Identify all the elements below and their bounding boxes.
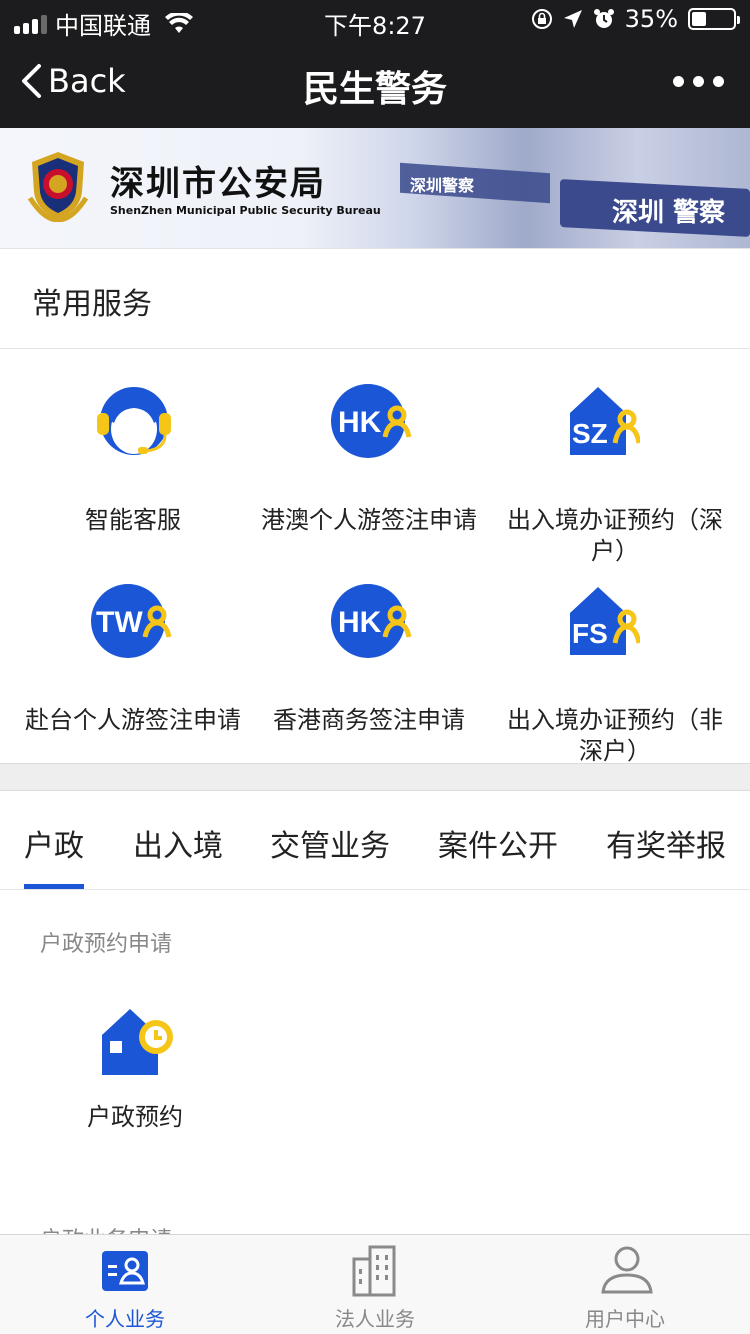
hk-badge-icon: HK [331,384,412,458]
headset-agent-icon [97,387,171,455]
tab-huzheng[interactable]: 户政 [24,821,84,865]
alarm-icon [593,9,614,28]
header-banner: 深圳 警察 深圳警察 深圳市公安局 ShenZhen Municipal Pub… [0,128,750,248]
banner-sign-left-text: 深圳警察 [410,176,475,195]
huzheng-appointment-subheading: 户政预约申请 [40,932,173,957]
bottom-tab-bar: 个人业务 法人业务 用户中心 [0,1234,750,1334]
service-label: 户政预约 [87,1103,183,1131]
nav-bar: Back 民生警务 [0,40,750,128]
svg-text:TW: TW [96,606,143,639]
battery-icon [688,8,740,30]
service-label: 智能客服 [85,506,181,534]
tab-exit-entry[interactable]: 出入境 [133,821,223,865]
orientation-lock-icon [531,9,552,29]
service-label: 港澳个人游签注申请 [261,506,477,534]
building-icon [352,1245,396,1297]
tw-badge-icon: TW [91,584,172,658]
user-icon [601,1246,653,1294]
battery-fill [692,12,706,26]
tab-report-reward[interactable]: 有奖举报 [606,821,726,865]
sz-house-icon: SZ [570,387,640,455]
active-tab-indicator [24,884,84,889]
service-label: 出入境办证预约（非深户） [507,706,723,765]
tab-label: 法人业务 [335,1307,415,1331]
tab-label: 个人业务 [85,1307,165,1331]
more-dot [713,76,724,87]
svg-text:SZ: SZ [572,418,608,449]
svg-text:HK: HK [338,406,382,439]
banner-sign-right-text: 深圳 警察 [612,198,726,228]
house-clock-icon [102,1009,173,1075]
tab-traffic[interactable]: 交管业务 [270,821,390,865]
banner-title-cn: 深圳市公安局 [110,164,326,204]
hk-badge-icon: HK [331,584,412,658]
tab-personal[interactable]: 个人业务 [0,1235,250,1334]
page-title: 民生警务 [302,69,447,110]
tab-corporate[interactable]: 法人业务 [250,1235,500,1334]
more-dot [693,76,704,87]
more-dot [673,76,684,87]
tab-user-center[interactable]: 用户中心 [500,1235,750,1334]
banner-title-en: ShenZhen Municipal Public Security Burea… [110,204,381,217]
location-arrow-icon [563,10,582,28]
section-divider [0,763,750,791]
police-emblem-logo [27,152,89,222]
battery-percent: 35% [624,5,678,33]
svg-text:HK: HK [338,606,382,639]
section-title: 常用服务 [32,287,152,322]
category-tabs: 户政 出入境 交管业务 案件公开 有奖举报 [0,791,750,890]
svg-text:FS: FS [572,618,608,649]
status-right: 35% [531,5,740,33]
services-grid: 智能客服 HK 港澳个人游签注申请 SZ 出入境办证预约（深户） TW 赴台个人… [0,349,750,765]
status-bar: 中国联通 下午8:27 35% [0,0,750,40]
service-label: 香港商务签注申请 [273,706,465,734]
fs-house-icon: FS [570,587,640,655]
common-services-header: 常用服务 [0,248,750,349]
service-label: 赴台个人游签注申请 [25,706,241,734]
more-menu-button[interactable] [673,76,724,87]
tab-label: 用户中心 [585,1307,665,1331]
service-label: 出入境办证预约（深户） [507,506,723,565]
tab-case-public[interactable]: 案件公开 [438,821,558,865]
personal-card-icon [102,1251,148,1291]
